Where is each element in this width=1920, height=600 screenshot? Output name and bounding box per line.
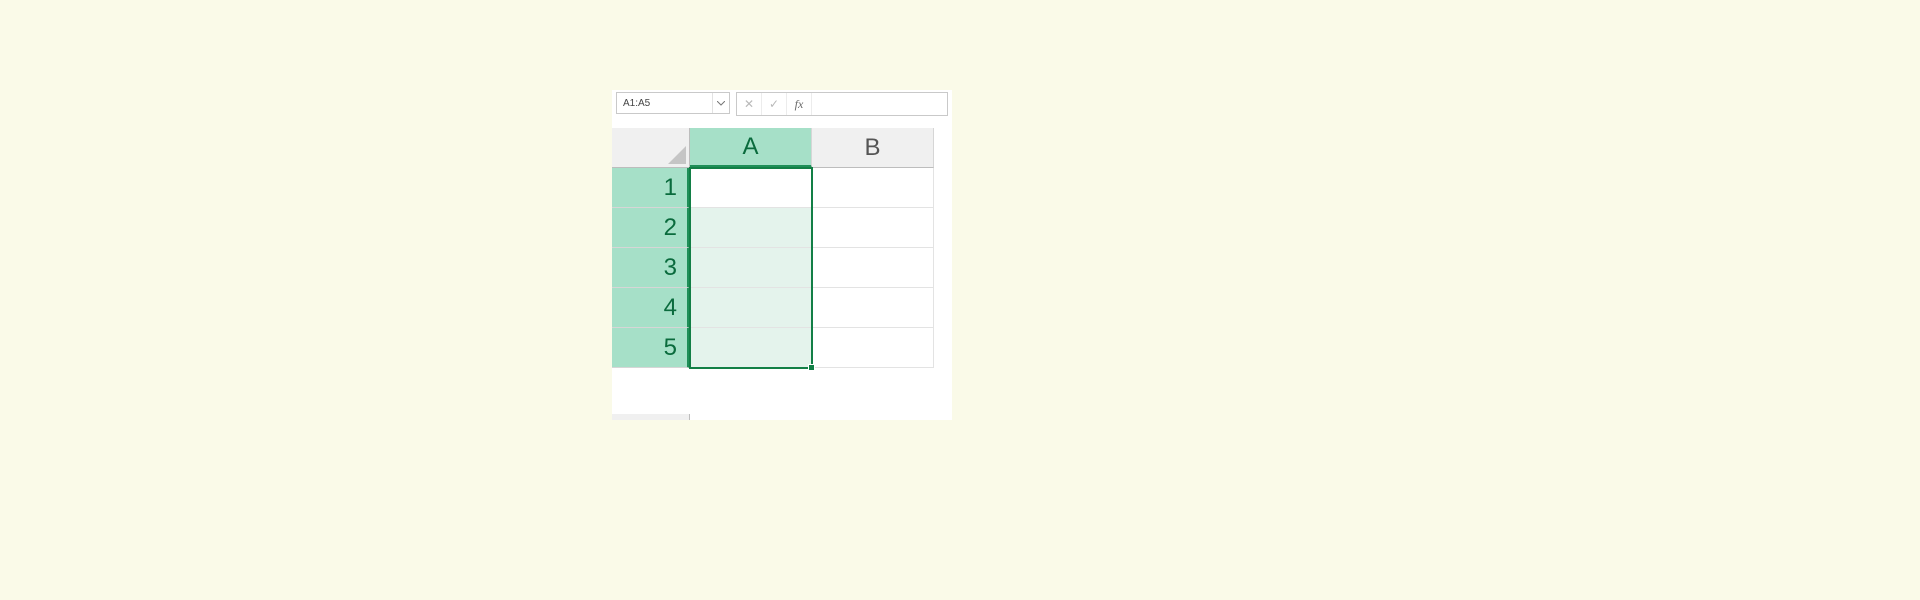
column-header-B[interactable]: B [812, 128, 934, 168]
formula-input[interactable] [812, 93, 947, 115]
fill-handle[interactable] [808, 364, 815, 371]
row-header-5[interactable]: 5 [612, 328, 690, 368]
row-header-3[interactable]: 3 [612, 248, 690, 288]
formula-bar: A1:A5 ✕ ✓ fx [612, 90, 952, 120]
select-all-corner[interactable] [612, 128, 690, 168]
cancel-icon: ✕ [744, 97, 754, 111]
cell-B1[interactable] [812, 168, 934, 208]
row-headers: 12345 [612, 168, 690, 368]
cell-A5[interactable] [690, 328, 812, 368]
column-header-A[interactable]: A [690, 128, 812, 168]
cell-B2[interactable] [812, 208, 934, 248]
cells-area [690, 168, 934, 368]
spreadsheet-grid: AB 12345 [612, 128, 952, 420]
cell-B4[interactable] [812, 288, 934, 328]
cell-A1[interactable] [690, 168, 812, 208]
select-all-triangle-icon [668, 146, 686, 164]
column-headers: AB [690, 128, 934, 168]
row-header-4[interactable]: 4 [612, 288, 690, 328]
cell-B3[interactable] [812, 248, 934, 288]
cancel-button[interactable]: ✕ [737, 93, 762, 115]
row-header-2[interactable]: 2 [612, 208, 690, 248]
enter-button[interactable]: ✓ [762, 93, 787, 115]
spreadsheet-panel: A1:A5 ✕ ✓ fx AB 12345 [612, 90, 952, 420]
row-header-overflow [612, 414, 690, 420]
formula-controls: ✕ ✓ fx [736, 92, 948, 116]
name-box-dropdown-icon[interactable] [712, 93, 729, 113]
cell-A3[interactable] [690, 248, 812, 288]
check-icon: ✓ [769, 97, 779, 111]
row-header-1[interactable]: 1 [612, 168, 690, 208]
fx-icon: fx [795, 97, 804, 112]
cell-B5[interactable] [812, 328, 934, 368]
cell-A2[interactable] [690, 208, 812, 248]
cell-A4[interactable] [690, 288, 812, 328]
name-box[interactable]: A1:A5 [616, 92, 730, 114]
insert-function-button[interactable]: fx [787, 93, 812, 115]
name-box-value: A1:A5 [617, 98, 712, 109]
